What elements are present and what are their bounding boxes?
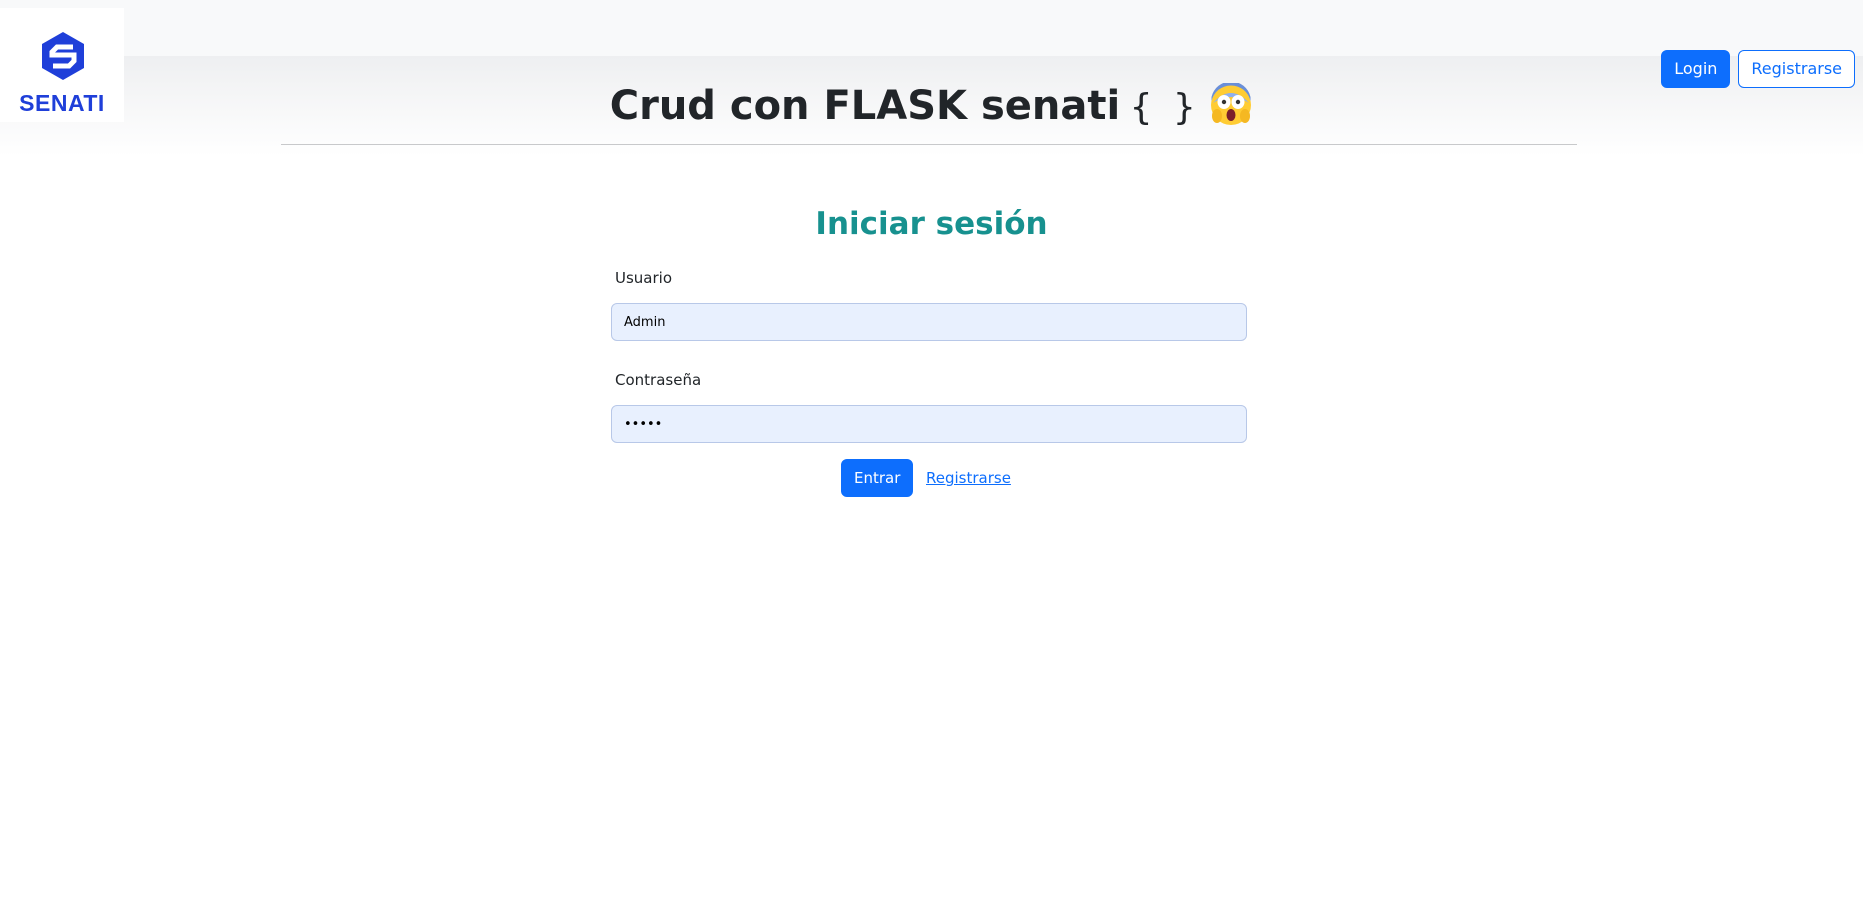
password-label: Contraseña xyxy=(615,371,702,389)
title-divider xyxy=(281,144,1577,145)
senati-logo-icon xyxy=(42,32,84,80)
username-input[interactable] xyxy=(611,303,1247,341)
login-heading: Iniciar sesión xyxy=(815,206,1048,242)
username-label: Usuario xyxy=(615,269,673,287)
page: SENATI Login Registrarse Crud con FLASK … xyxy=(0,0,1863,920)
face-screaming-in-fear-icon xyxy=(1211,83,1252,125)
password-input[interactable] xyxy=(611,405,1247,443)
register-link[interactable]: Registrarse xyxy=(926,469,1011,487)
page-title-text: Crud con FLASK senati xyxy=(609,83,1121,129)
submit-button[interactable]: Entrar xyxy=(841,459,914,497)
braces-text: { } xyxy=(1130,87,1196,128)
top-bar xyxy=(0,0,1863,56)
page-title: Crud con FLASK senati{ } xyxy=(0,80,1863,134)
